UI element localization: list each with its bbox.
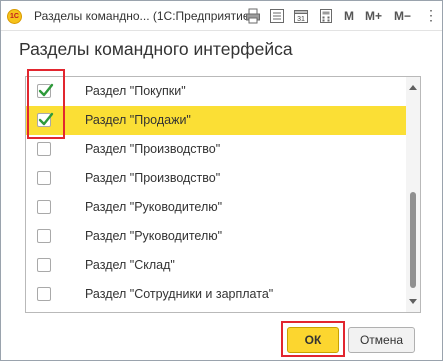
calculator-icon[interactable] <box>318 8 334 24</box>
scroll-up-icon[interactable] <box>409 85 417 90</box>
section-label: Раздел "Склад" <box>85 258 175 272</box>
scroll-down-icon[interactable] <box>409 299 417 304</box>
cancel-button[interactable]: Отмена <box>348 327 415 353</box>
dialog-heading: Разделы командного интерфейса <box>19 39 293 59</box>
section-checkbox[interactable] <box>37 142 51 156</box>
window-title: Разделы командно... (1С:Предприятие) <box>34 9 254 23</box>
sections-list[interactable]: Раздел "Сотрудники и зарплата" Раздел "Ск… <box>25 76 421 313</box>
memory-plus-button[interactable]: M+ <box>365 9 382 23</box>
print-icon[interactable] <box>245 8 261 24</box>
title-bar: 1С Разделы командно... (1С:Предприятие) <box>1 1 442 31</box>
section-label: Раздел "Руководителю" <box>85 200 223 214</box>
calendar-icon[interactable]: 31 <box>293 8 309 24</box>
list-item[interactable]: Раздел "Сотрудники и зарплата" <box>26 280 407 309</box>
memory-minus-button[interactable]: M− <box>394 9 411 23</box>
section-label: Раздел "Продажи" <box>85 113 191 127</box>
calendar-day-text: 31 <box>297 16 305 23</box>
ok-highlight-box <box>281 321 345 357</box>
list-item[interactable]: Раздел "Покупки" <box>26 77 407 106</box>
list-item[interactable]: Раздел "Руководителю" <box>26 193 407 222</box>
checkbox-highlight-box <box>27 69 65 139</box>
section-checkbox[interactable] <box>37 200 51 214</box>
list-item[interactable]: Раздел "Руководителю" <box>26 222 407 251</box>
more-icon[interactable]: ⋮ <box>424 7 438 23</box>
section-checkbox[interactable] <box>37 229 51 243</box>
list-scrollbar[interactable] <box>406 77 420 312</box>
dialog-window: 1С Разделы командно... (1С:Предприятие) <box>0 0 443 361</box>
list-item[interactable]: Раздел "Производство" <box>26 135 407 164</box>
section-label: Раздел "Производство" <box>85 171 221 185</box>
section-label: Раздел "Руководителю" <box>85 229 223 243</box>
scroll-thumb[interactable] <box>410 192 416 288</box>
memory-button[interactable]: M <box>344 9 354 23</box>
section-checkbox[interactable] <box>37 287 51 301</box>
section-checkbox[interactable] <box>37 258 51 272</box>
section-label: Раздел "Производство" <box>85 142 221 156</box>
list-item[interactable]: Раздел "Производство" <box>26 164 407 193</box>
section-checkbox[interactable] <box>37 171 51 185</box>
app-logo-icon: 1С <box>7 9 22 24</box>
list-item[interactable]: Раздел "Продажи" <box>26 106 407 135</box>
section-label: Раздел "Покупки" <box>85 84 186 98</box>
list-icon[interactable] <box>269 8 285 24</box>
section-label: Раздел "Сотрудники и зарплата" <box>85 287 274 301</box>
list-item[interactable]: Раздел "Склад" <box>26 251 407 280</box>
